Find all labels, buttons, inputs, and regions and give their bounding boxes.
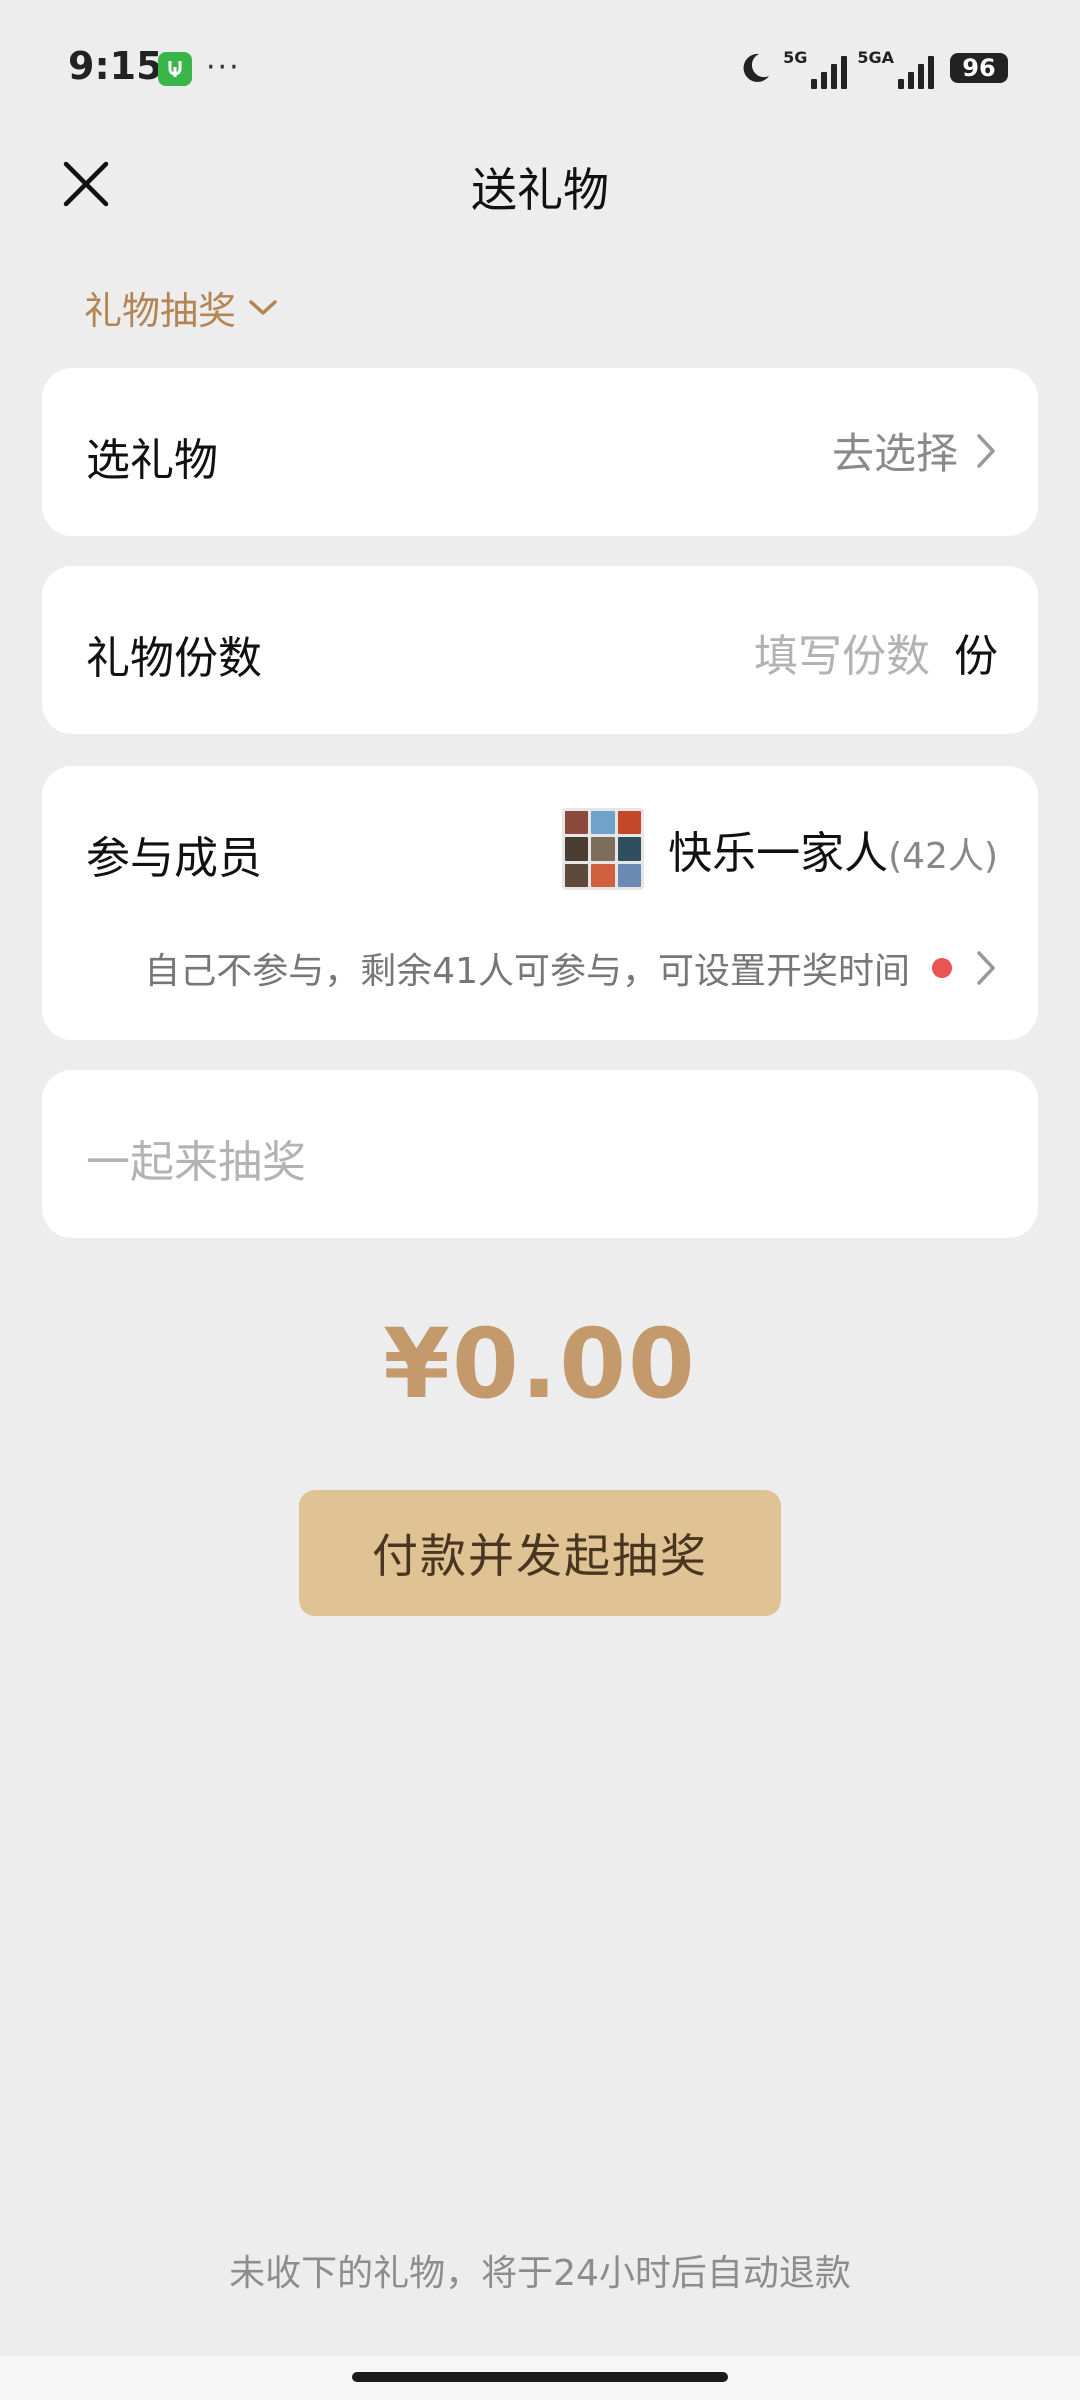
red-dot-badge bbox=[932, 958, 952, 978]
total-amount: ¥0.00 bbox=[383, 1308, 697, 1420]
signal-bars-icon bbox=[811, 55, 848, 89]
gift-quantity-label: 礼物份数 bbox=[86, 633, 262, 684]
select-gift-row[interactable]: 选礼物 去选择 bbox=[42, 368, 1038, 536]
gift-quantity-input[interactable]: 填写份数 bbox=[754, 620, 930, 684]
select-gift-action: 去选择 bbox=[831, 429, 958, 478]
gift-quantity-row: 礼物份数 填写份数 份 bbox=[42, 566, 1038, 734]
app-notification-icon bbox=[158, 52, 192, 86]
participants-hint: 自己不参与，剩余41人可参与，可设置开奖时间 bbox=[144, 951, 910, 992]
more-notifications-icon: ··· bbox=[206, 50, 241, 85]
gift-mode-label: 礼物抽奖 bbox=[84, 289, 237, 333]
home-indicator[interactable] bbox=[352, 2372, 728, 2382]
header: 送礼物 bbox=[0, 130, 1080, 240]
chevron-right-icon bbox=[977, 951, 995, 985]
status-bar: 9:15 ··· 5G 5GA 96 bbox=[0, 0, 1080, 130]
signal-5ga: 5GA bbox=[857, 48, 934, 89]
battery-icon: 96 bbox=[950, 53, 1008, 83]
group-avatar bbox=[562, 808, 645, 890]
status-time: 9:15 bbox=[68, 44, 163, 88]
refund-notice: 未收下的礼物，将于24小时后自动退款 bbox=[229, 2253, 851, 2294]
chevron-down-icon bbox=[249, 299, 277, 315]
signal-5g: 5G bbox=[783, 48, 848, 89]
page-title: 送礼物 bbox=[471, 163, 609, 217]
participants-row[interactable]: 参与成员 快乐一家人 (42人) 自己不参与，剩余41人可参与，可设置开奖时间 bbox=[42, 766, 1038, 1040]
gift-quantity-unit: 份 bbox=[954, 631, 998, 682]
signal-bars-icon bbox=[898, 55, 934, 89]
message-placeholder: 一起来抽奖 bbox=[86, 1137, 306, 1188]
group-name: 快乐一家人 bbox=[668, 828, 889, 879]
select-gift-label: 选礼物 bbox=[86, 435, 218, 486]
message-input[interactable]: 一起来抽奖 bbox=[42, 1070, 1038, 1238]
do-not-disturb-moon-icon bbox=[743, 53, 770, 82]
group-member-count: (42人) bbox=[888, 836, 998, 877]
participants-label: 参与成员 bbox=[86, 833, 262, 884]
gift-mode-dropdown[interactable]: 礼物抽奖 bbox=[84, 280, 278, 335]
pay-and-start-lottery-button[interactable]: 付款并发起抽奖 bbox=[299, 1490, 781, 1616]
chevron-right-icon bbox=[977, 433, 995, 468]
